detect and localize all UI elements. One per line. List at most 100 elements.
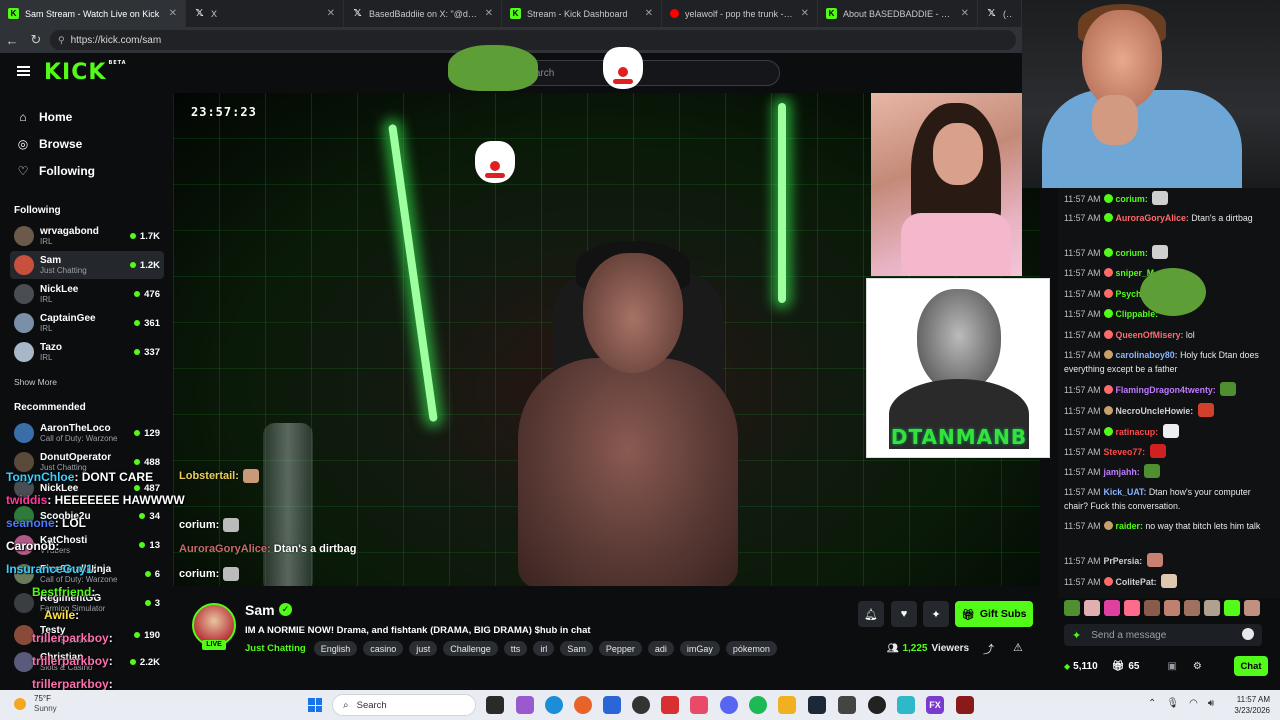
chat-user[interactable]: Psych — [1116, 289, 1142, 299]
recommended-item[interactable]: Testy Slots & Casino 190 — [10, 621, 164, 649]
firefox-icon[interactable] — [574, 696, 592, 714]
app-icon[interactable] — [838, 696, 856, 714]
close-icon[interactable]: ✕ — [327, 8, 335, 19]
tab-basedbaddie-kick[interactable]: K About BASEDBADDIE - Watch Live ✕ — [818, 0, 978, 27]
close-icon[interactable]: ✕ — [801, 8, 809, 19]
weather-widget[interactable]: 75°F Sunny — [14, 694, 57, 714]
channel-item[interactable]: Tazo IRL 337 — [10, 338, 164, 366]
tab-x-3[interactable]: 𝕏 (3) Bas — [978, 0, 1022, 27]
app-icon[interactable] — [956, 696, 974, 714]
emote-button[interactable] — [1064, 600, 1080, 616]
emote-button[interactable] — [1204, 600, 1220, 616]
streamer-name[interactable]: Sam — [245, 602, 275, 618]
recommended-item[interactable]: NickLee 487 — [10, 474, 164, 502]
emote-button[interactable] — [1164, 600, 1180, 616]
tag[interactable]: pókemon — [725, 641, 777, 656]
music-icon[interactable] — [690, 696, 708, 714]
chat-user[interactable]: PrPersia: — [1104, 556, 1143, 566]
settings-app-icon[interactable] — [603, 696, 621, 714]
emote-picker-icon[interactable]: ▣ — [1167, 661, 1176, 672]
spotify-icon[interactable] — [749, 696, 767, 714]
tab-sam-stream[interactable]: K Sam Stream - Watch Live on Kick ✕ — [0, 0, 186, 27]
tag[interactable]: Sam — [560, 641, 593, 656]
nav-home[interactable]: ⌂ Home — [0, 103, 170, 130]
back-icon[interactable]: ← — [0, 28, 24, 52]
report-icon[interactable]: ⚠ — [1013, 641, 1023, 654]
close-icon[interactable]: ✕ — [645, 8, 653, 19]
emote-button[interactable] — [1084, 600, 1100, 616]
tag[interactable]: tts — [503, 641, 528, 656]
emote-button[interactable] — [1124, 600, 1140, 616]
emote-button[interactable] — [1104, 600, 1120, 616]
chevron-up-icon[interactable]: ⌃ — [1148, 698, 1156, 709]
emote-button[interactable] — [1144, 600, 1160, 616]
nav-browse[interactable]: ◎ Browse — [0, 130, 170, 157]
emoji-icon[interactable] — [1242, 628, 1254, 640]
volume-icon[interactable]: 🔊︎ — [1208, 698, 1214, 709]
app-icon[interactable] — [868, 696, 886, 714]
channel-item-active[interactable]: Sam Just Chatting 1.2K — [10, 251, 164, 279]
recommended-item[interactable]: AaronTheLoco Call of Duty: Warzone 129 — [10, 419, 164, 447]
sub-count[interactable]: 65 — [1128, 661, 1139, 672]
taskbar-search[interactable]: ⌕ Search — [332, 694, 476, 716]
system-clock[interactable]: 11:57 AM 3/23/2026 — [1226, 694, 1270, 716]
recommended-item[interactable]: Christian Slots & Casino 2.2K — [10, 648, 164, 676]
tag[interactable]: Challenge — [443, 641, 498, 656]
chat-user[interactable]: Kick_UAT: — [1104, 487, 1147, 497]
tab-kick-dashboard[interactable]: K Stream - Kick Dashboard ✕ — [502, 0, 662, 27]
chat-user[interactable]: ColitePat: — [1116, 577, 1157, 587]
nav-following[interactable]: ♡ Following — [0, 157, 170, 184]
fx-icon[interactable]: FX — [926, 696, 944, 714]
tab-basedbaddiie-x[interactable]: 𝕏 BasedBaddiie on X: "@dtanmanb ✕ — [344, 0, 502, 27]
tag[interactable]: irl — [533, 641, 555, 656]
start-button[interactable] — [308, 698, 322, 712]
channel-item[interactable]: wrvagabond IRL 1.7K — [10, 222, 164, 250]
category-link[interactable]: Just Chatting — [245, 643, 306, 654]
chat-user[interactable]: QueenOfMisery: — [1116, 330, 1184, 340]
network-icon[interactable]: ◠ — [1189, 698, 1198, 709]
follow-button[interactable]: ♥ — [891, 601, 917, 627]
notification-bell-button[interactable]: 🔔︎ — [858, 601, 884, 627]
settings-icon[interactable]: ⚙ — [1193, 661, 1202, 672]
tab-x[interactable]: 𝕏 X ✕ — [186, 0, 344, 27]
recommended-item[interactable]: KatChosti VTubers 13 — [10, 531, 164, 559]
gift-subs-button[interactable]: 🎁︎ Gift Subs — [955, 601, 1033, 627]
discord-icon[interactable] — [720, 696, 738, 714]
tag[interactable]: Pepper — [598, 641, 642, 656]
channel-points[interactable]: 5,110 — [1064, 661, 1097, 672]
obs-icon[interactable] — [632, 696, 650, 714]
recommended-item[interactable]: RegimentGG Farming Simulator 3 — [10, 589, 164, 617]
copilot-icon[interactable] — [516, 696, 534, 714]
chat-user[interactable]: Steveo77: — [1104, 447, 1146, 457]
microphone-icon[interactable]: 🎙︎ — [1166, 698, 1179, 709]
share-icon[interactable]: ⤴ — [983, 641, 994, 657]
tag[interactable]: English — [313, 641, 358, 656]
task-view-icon[interactable] — [486, 696, 504, 714]
chat-send-button[interactable]: Chat — [1234, 656, 1268, 676]
channel-item[interactable]: CaptainGee IRL 361 — [10, 309, 164, 337]
chat-user[interactable]: ratinacup: — [1116, 427, 1159, 437]
chat-user[interactable]: corium: — [1116, 248, 1148, 258]
edge-icon[interactable] — [545, 696, 563, 714]
emote-button[interactable] — [1244, 600, 1260, 616]
chat-user[interactable]: AuroraGoryAlice: — [1116, 213, 1189, 223]
chat-user[interactable]: FlamingDragon4twenty: — [1116, 385, 1216, 395]
recommended-item[interactable]: DonutOperator Just Chatting 488 — [10, 448, 164, 476]
tab-youtube[interactable]: yelawolf - pop the trunk - YouTube ✕ — [662, 0, 818, 27]
reload-icon[interactable]: ↻ — [24, 28, 48, 52]
app-icon[interactable] — [897, 696, 915, 714]
chat-user[interactable]: carolinaboy80: — [1116, 350, 1178, 360]
tag[interactable]: casino — [363, 641, 404, 656]
tag[interactable]: imGay — [679, 641, 720, 656]
file-explorer-icon[interactable] — [778, 696, 796, 714]
close-icon[interactable]: ✕ — [485, 8, 493, 19]
channel-item[interactable]: NickLee IRL 476 — [10, 280, 164, 308]
tag[interactable]: just — [409, 641, 438, 656]
chat-user[interactable]: jamjahh: — [1104, 467, 1140, 477]
app-icon[interactable] — [661, 696, 679, 714]
site-info-icon[interactable]: ⚲ — [58, 35, 65, 46]
emote-button[interactable] — [1184, 600, 1200, 616]
close-icon[interactable]: ✕ — [169, 8, 177, 19]
chat-user[interactable]: NecroUncleHowie: — [1116, 406, 1194, 416]
recommended-item[interactable]: Scoobie2u 34 — [10, 502, 164, 530]
